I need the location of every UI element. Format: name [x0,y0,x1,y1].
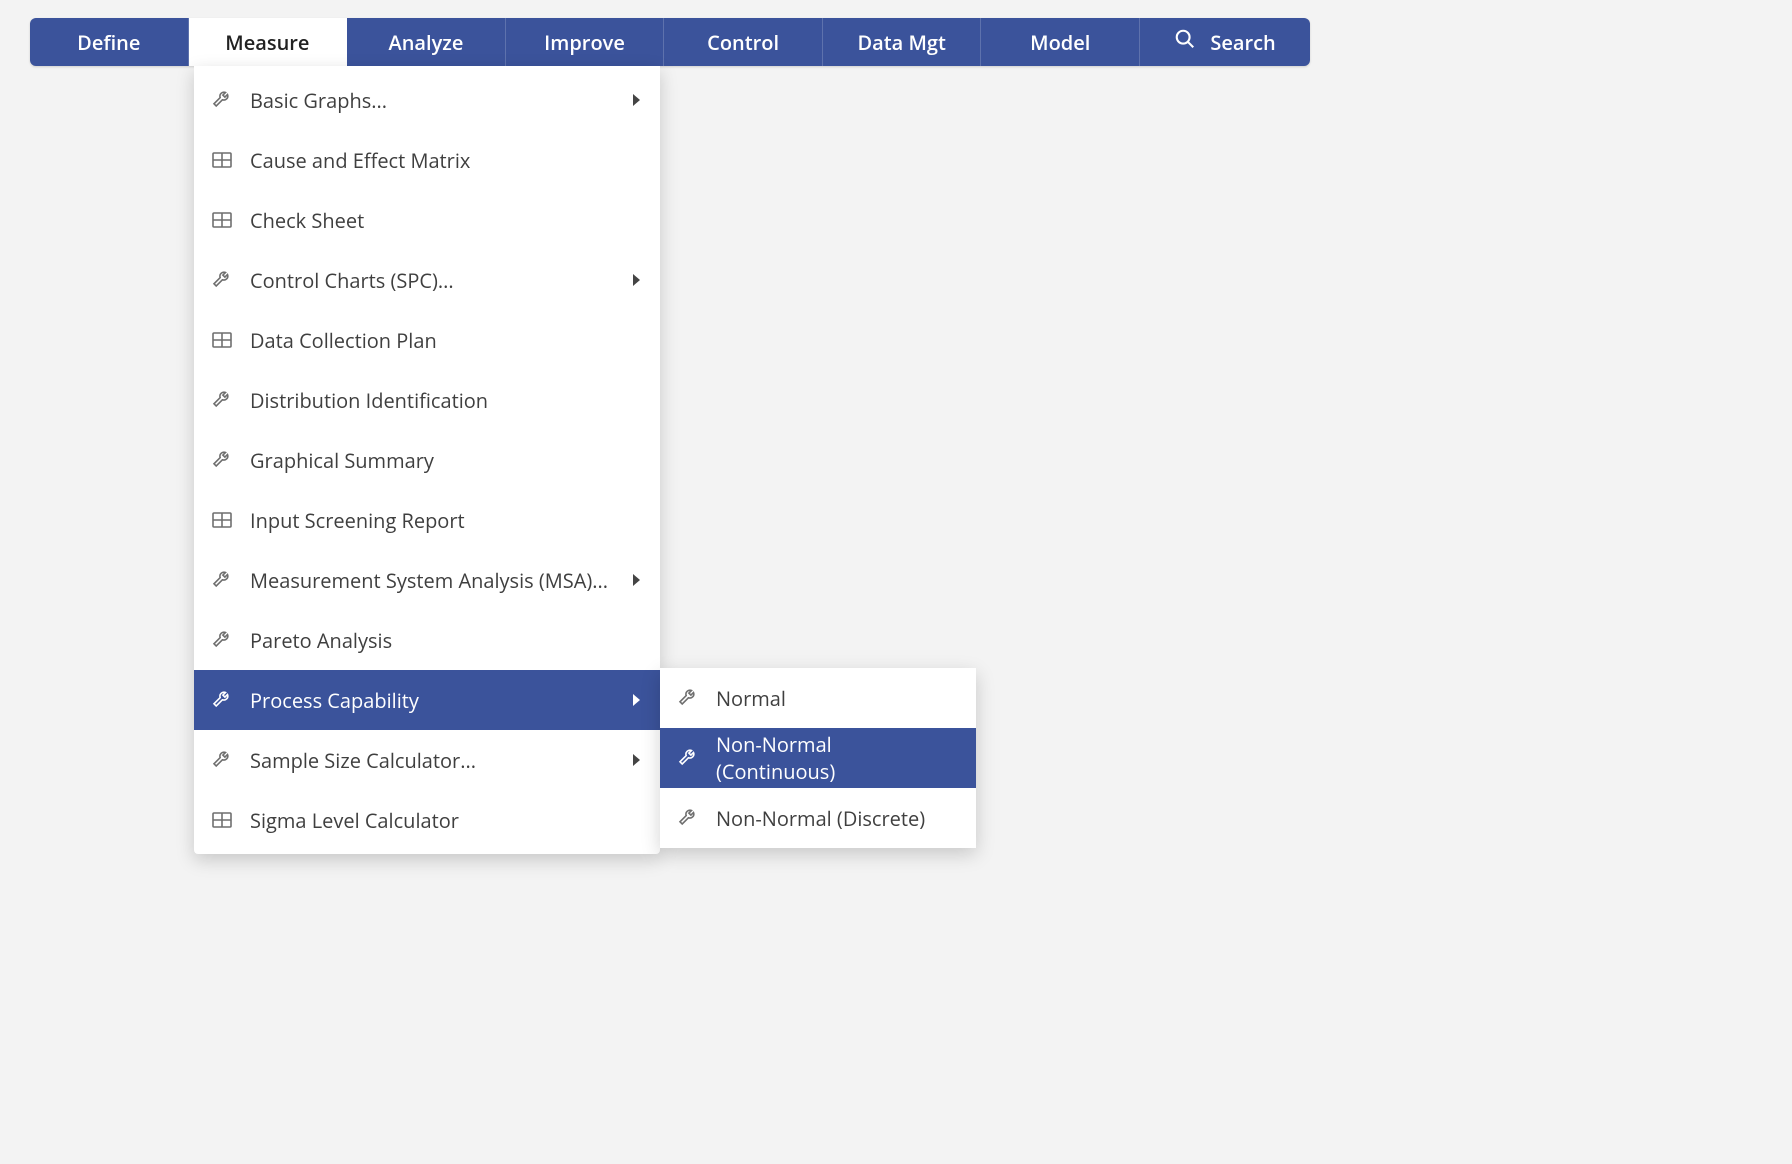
wrench-icon [208,566,236,594]
menu-item-label: Sigma Level Calculator [250,807,640,834]
tab-data-mgt[interactable]: Data Mgt [823,18,982,66]
navbar: Define Measure Analyze Improve Control D… [30,18,1310,66]
tab-label: Control [707,29,779,56]
menu-item-label: Cause and Effect Matrix [250,147,640,174]
submenu-item-label: Non-Normal (Discrete) [716,805,956,832]
menu-item[interactable]: Data Collection Plan [194,310,660,370]
tab-control[interactable]: Control [664,18,823,66]
menu-item-label: Basic Graphs... [250,87,633,114]
submenu-item[interactable]: Normal [660,668,976,728]
measure-dropdown: Basic Graphs... Cause and Effect Matrix Ch… [194,66,660,854]
tab-label: Data Mgt [857,29,945,56]
submenu-item-label: Non-Normal (Continuous) [716,731,956,785]
menu-item[interactable]: Distribution Identification [194,370,660,430]
tab-label: Improve [544,29,625,56]
menu-item-label: Input Screening Report [250,507,640,534]
table-icon [208,806,236,834]
wrench-icon [674,684,702,712]
menu-item-label: Process Capability [250,687,633,714]
chevron-right-icon [633,574,640,586]
tab-define[interactable]: Define [30,18,189,66]
tab-search[interactable]: Search [1140,18,1310,66]
process-capability-submenu: Normal Non-Normal (Continuous) Non-Normal … [660,668,976,848]
chevron-right-icon [633,694,640,706]
menu-item-label: Data Collection Plan [250,327,640,354]
menu-item[interactable]: Basic Graphs... [194,70,660,130]
menu-item[interactable]: Sigma Level Calculator [194,790,660,850]
wrench-icon [674,744,702,772]
tab-analyze[interactable]: Analyze [347,18,506,66]
search-icon [1174,28,1196,56]
tab-measure[interactable]: Measure [189,18,348,66]
menu-item[interactable]: Control Charts (SPC)... [194,250,660,310]
menu-item[interactable]: Sample Size Calculator... [194,730,660,790]
wrench-icon [674,804,702,832]
search-label: Search [1210,29,1275,56]
menu-item-label: Control Charts (SPC)... [250,267,633,294]
chevron-right-icon [633,94,640,106]
table-icon [208,326,236,354]
submenu-item[interactable]: Non-Normal (Continuous) [660,728,976,788]
tab-label: Define [77,29,140,56]
wrench-icon [208,86,236,114]
menu-item-label: Measurement System Analysis (MSA)... [250,567,633,594]
tab-label: Measure [225,29,309,56]
menu-item[interactable]: Input Screening Report [194,490,660,550]
table-icon [208,206,236,234]
wrench-icon [208,446,236,474]
chevron-right-icon [633,274,640,286]
wrench-icon [208,746,236,774]
tab-label: Analyze [388,29,463,56]
tab-label: Model [1030,29,1090,56]
menu-item-label: Graphical Summary [250,447,640,474]
menu-item[interactable]: Process Capability [194,670,660,730]
menu-item-label: Distribution Identification [250,387,640,414]
submenu-item-label: Normal [716,685,956,712]
tab-model[interactable]: Model [981,18,1140,66]
menu-item[interactable]: Graphical Summary [194,430,660,490]
menu-item-label: Pareto Analysis [250,627,640,654]
menu-item[interactable]: Measurement System Analysis (MSA)... [194,550,660,610]
menu-item[interactable]: Pareto Analysis [194,610,660,670]
wrench-icon [208,626,236,654]
wrench-icon [208,686,236,714]
menu-item-label: Check Sheet [250,207,640,234]
table-icon [208,146,236,174]
table-icon [208,506,236,534]
tab-improve[interactable]: Improve [506,18,665,66]
menu-item[interactable]: Cause and Effect Matrix [194,130,660,190]
wrench-icon [208,266,236,294]
menu-item[interactable]: Check Sheet [194,190,660,250]
chevron-right-icon [633,754,640,766]
wrench-icon [208,386,236,414]
submenu-item[interactable]: Non-Normal (Discrete) [660,788,976,848]
menu-item-label: Sample Size Calculator... [250,747,633,774]
